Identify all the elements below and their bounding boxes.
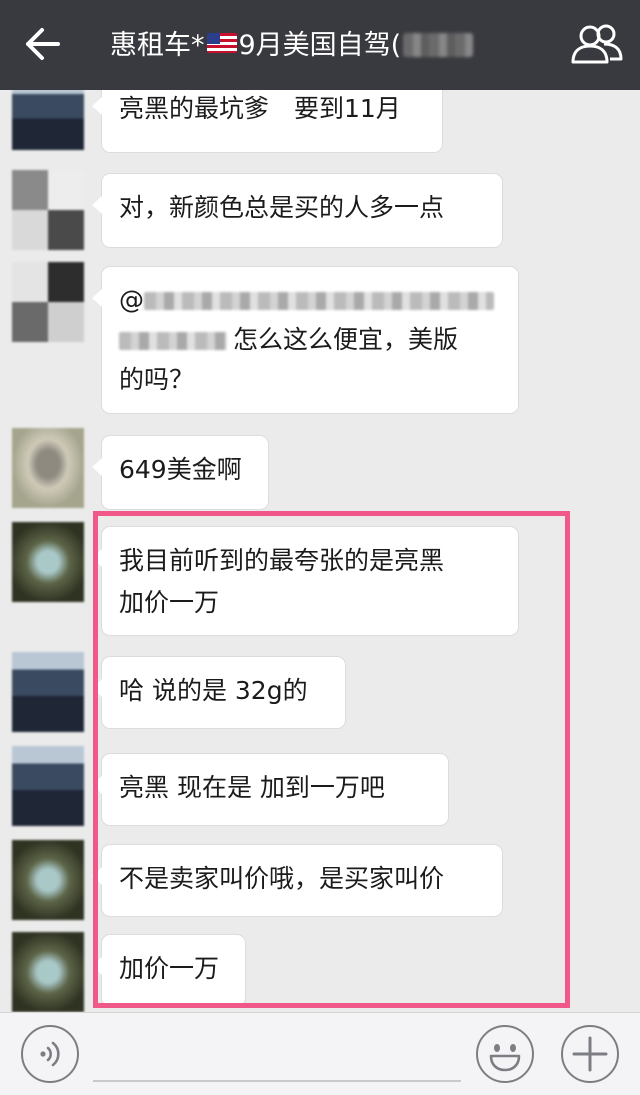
back-button[interactable] bbox=[24, 24, 68, 64]
top-bar: 惠租车* 9月美国自驾( bbox=[0, 0, 640, 90]
chat-title-suffix: 9月美国自驾( bbox=[238, 30, 402, 61]
avatar[interactable] bbox=[12, 262, 84, 342]
message-text: 加价一万 bbox=[119, 954, 220, 983]
avatar[interactable] bbox=[12, 428, 84, 508]
message-input[interactable] bbox=[93, 1080, 461, 1082]
avatar[interactable] bbox=[12, 840, 84, 920]
emoji-icon bbox=[489, 1044, 521, 1072]
message-text: 哈 说的是 32g的 bbox=[119, 676, 308, 705]
message-bubble[interactable]: 对，新颜色总是买的人多一点 bbox=[92, 174, 502, 247]
voice-icon bbox=[40, 1041, 60, 1067]
message-line: @ bbox=[119, 280, 502, 320]
plus-icon bbox=[572, 1036, 608, 1072]
avatar[interactable] bbox=[12, 746, 84, 826]
chat-title: 惠租车* 9月美国自驾( bbox=[110, 28, 474, 64]
message-text: 怎么这么便宜，美版 bbox=[233, 325, 459, 354]
arrow-left-icon bbox=[26, 28, 60, 60]
more-button[interactable] bbox=[561, 1025, 619, 1083]
voice-button[interactable] bbox=[21, 1025, 79, 1083]
blurred-mention bbox=[119, 332, 227, 350]
message-text: 对，新颜色总是买的人多一点 bbox=[119, 193, 445, 222]
avatar[interactable] bbox=[12, 652, 84, 732]
message-list[interactable]: 亮黑的最坑爹 要到11月 对，新颜色总是买的人多一点 @ 怎么这么便宜，美版 的… bbox=[0, 90, 640, 1012]
message-text: 加价一万 bbox=[119, 588, 220, 617]
message-text: 我目前听到的最夸张的是亮黑 bbox=[119, 546, 445, 575]
mention-symbol: @ bbox=[119, 285, 144, 314]
avatar[interactable] bbox=[12, 932, 84, 1012]
message-bubble[interactable]: 649美金啊 bbox=[92, 436, 268, 509]
message-line: 怎么这么便宜，美版 bbox=[119, 320, 502, 360]
message-text: 649美金啊 bbox=[119, 455, 242, 484]
us-flag-icon bbox=[206, 33, 237, 53]
chat-title-text: 惠租车* bbox=[110, 30, 205, 61]
message-bubble[interactable]: @ 怎么这么便宜，美版 的吗？ bbox=[92, 267, 518, 413]
message-bubble[interactable]: 哈 说的是 32g的 bbox=[92, 657, 345, 728]
blurred-title-text bbox=[403, 33, 474, 57]
group-members-icon bbox=[571, 24, 623, 64]
avatar[interactable] bbox=[12, 522, 84, 602]
input-bar bbox=[0, 1012, 640, 1095]
avatar[interactable] bbox=[12, 90, 84, 150]
message-line: 的吗？ bbox=[119, 360, 502, 400]
message-bubble[interactable]: 亮黑的最坑爹 要到11月 bbox=[92, 90, 442, 152]
message-text: 不是卖家叫价哦，是买家叫价 bbox=[119, 864, 445, 893]
message-text: 亮黑的最坑爹 要到11月 bbox=[119, 94, 401, 123]
message-bubble[interactable]: 不是卖家叫价哦，是买家叫价 bbox=[92, 845, 502, 916]
message-bubble[interactable]: 加价一万 bbox=[92, 935, 245, 1006]
emoji-button[interactable] bbox=[476, 1025, 534, 1083]
avatar[interactable] bbox=[12, 170, 84, 250]
blurred-mention bbox=[144, 292, 494, 310]
message-text: 的吗？ bbox=[119, 365, 195, 394]
group-info-button[interactable] bbox=[570, 22, 624, 68]
message-text: 亮黑 现在是 加到一万吧 bbox=[119, 773, 385, 802]
message-bubble[interactable]: 亮黑 现在是 加到一万吧 bbox=[92, 754, 448, 825]
message-bubble[interactable]: 我目前听到的最夸张的是亮黑 加价一万 bbox=[92, 527, 518, 635]
